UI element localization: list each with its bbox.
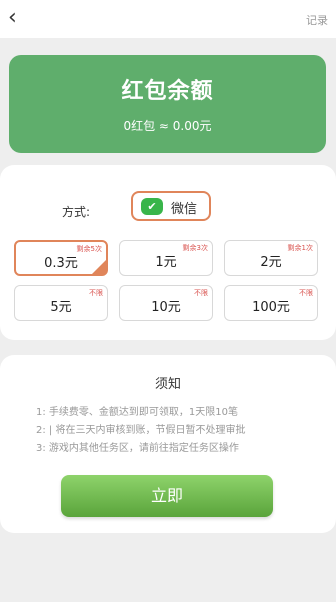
notice-rule-3: 3: 游戏内其他任务区，请前往指定任务区操作 [36,443,239,454]
wechat-label: 微信 [171,202,198,217]
option-value: 1元 [155,255,177,270]
method-label: 方式: [62,205,91,219]
option-value: 2元 [260,255,282,270]
amount-option-2[interactable]: 剩余1次 2元 [224,240,318,276]
wechat-method-button[interactable]: ✔ 微信 [131,191,211,221]
option-value: 100元 [252,300,290,315]
amount-option-5[interactable]: 不限 5元 [14,285,108,321]
top-bar: ‹ 记录 [0,0,336,38]
notice-rule-2: 2: | 将在三天内审核到账，节假日暂不处理审批 [36,425,246,436]
amount-option-10[interactable]: 不限 10元 [119,285,213,321]
withdraw-options-card: 方式: ✔ 微信 剩余5次 0.3元 剩余3次 1元 剩余1次 2元 不限 5元… [0,165,336,340]
back-button[interactable]: ‹ [8,5,17,31]
option-value: 5元 [50,300,72,315]
wechat-icon: ✔ [141,198,163,215]
amount-option-1[interactable]: 剩余3次 1元 [119,240,213,276]
notice-rule-1: 1: 手续费零、金额达到即可领取，1天限10笔 [36,407,238,418]
option-value: 10元 [151,300,181,315]
withdraw-button[interactable]: 立即 [61,475,273,517]
balance-amount: 0红包 ≈ 0.00元 [123,119,212,133]
record-link[interactable]: 记录 [306,12,328,28]
balance-title: 红包余额 [121,79,214,104]
balance-card: 红包余额 0红包 ≈ 0.00元 [9,55,326,153]
amount-option-0-3[interactable]: 剩余5次 0.3元 [14,240,108,276]
amount-option-100[interactable]: 不限 100元 [224,285,318,321]
notice-title: 须知 [154,377,181,392]
selected-check-icon [92,260,106,274]
